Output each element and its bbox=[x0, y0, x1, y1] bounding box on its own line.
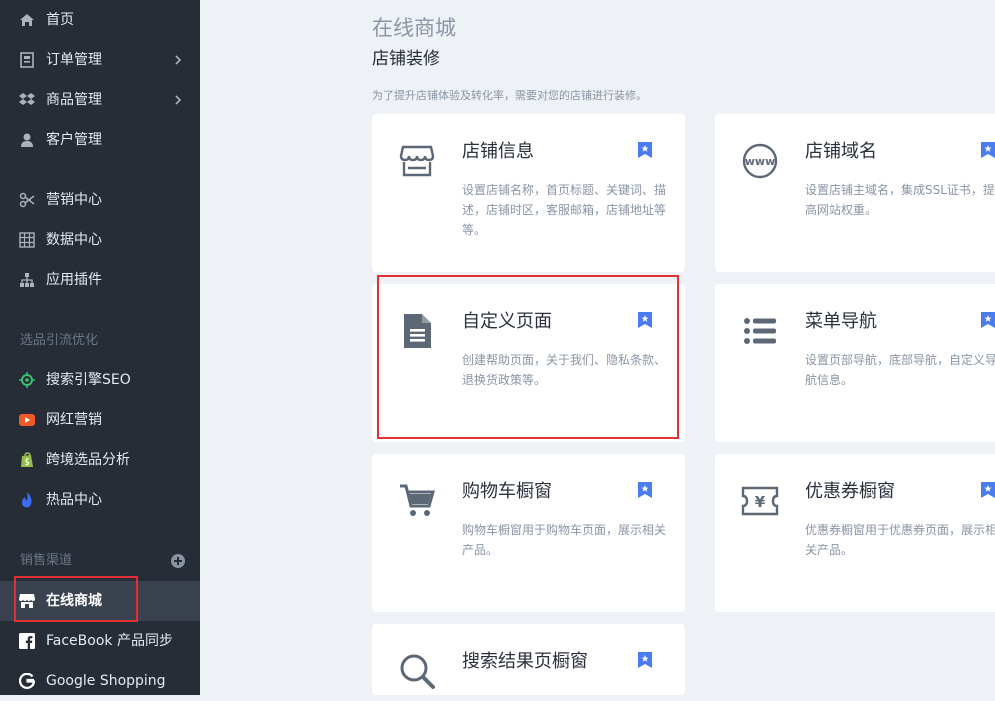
sidebar-item-label: 首页 bbox=[46, 12, 74, 28]
google-icon bbox=[18, 672, 36, 690]
sidebar-group-label: 选品引流优化 bbox=[20, 333, 99, 348]
sidebar-item-label: 应用插件 bbox=[46, 272, 102, 288]
sidebar-item-label: 客户管理 bbox=[46, 132, 102, 148]
data-grid-icon bbox=[18, 231, 36, 249]
sidebar-item-label: 跨境选品分析 bbox=[46, 452, 130, 468]
youtube-icon bbox=[18, 411, 36, 429]
sidebar-item-facebook-sync[interactable]: FaceBook 产品同步 bbox=[0, 621, 200, 661]
bookmark-icon[interactable] bbox=[980, 481, 995, 499]
sidebar-item-marketing[interactable]: 营销中心 bbox=[0, 180, 200, 220]
sidebar-item-google-shopping[interactable]: Google Shopping bbox=[0, 661, 200, 701]
product-icon bbox=[18, 91, 36, 109]
svg-text:www: www bbox=[745, 155, 776, 168]
sidebar-item-seo[interactable]: 搜索引擎SEO bbox=[0, 360, 200, 400]
card-description: 设置店铺名称，首页标题、关键词、描述，店铺时区，客服邮箱，店铺地址等等。 bbox=[462, 183, 667, 237]
card-title: 优惠券橱窗 bbox=[805, 481, 895, 502]
sidebar-item-label: 热品中心 bbox=[46, 492, 102, 508]
card-store-info[interactable]: 店铺信息 设置店铺名称，首页标题、关键词、描述，店铺时区，客服邮箱，店铺地址等等… bbox=[372, 114, 685, 272]
bookmark-icon[interactable] bbox=[980, 311, 995, 329]
highlight-box bbox=[14, 576, 138, 622]
card-coupon-showcase[interactable]: ¥ 优惠券橱窗 优惠券橱窗用于优惠券页面，展示相 关产品。 bbox=[715, 454, 995, 612]
card-search-results-showcase[interactable]: 搜索结果页橱窗 bbox=[372, 624, 685, 695]
card-description: 设置页部导航，底部导航，自定义导 航信息。 bbox=[805, 353, 995, 387]
shopify-icon bbox=[18, 451, 36, 469]
seo-icon bbox=[18, 371, 36, 389]
www-icon: www bbox=[741, 142, 779, 180]
card-menu-navigation[interactable]: 菜单导航 设置页部导航，底部导航，自定义导 航信息。 bbox=[715, 284, 995, 442]
card-description: 设置店铺主域名，集成SSL证书，提 高网站权重。 bbox=[805, 183, 995, 217]
card-cart-showcase[interactable]: 购物车橱窗 购物车橱窗用于购物车页面，展示相关产品。 bbox=[372, 454, 685, 612]
facebook-icon bbox=[18, 632, 36, 650]
sidebar-item-label: 商品管理 bbox=[46, 92, 102, 108]
section-title: 店铺装修 bbox=[372, 49, 440, 69]
sidebar-group-label: 销售渠道 bbox=[20, 553, 73, 568]
fire-icon bbox=[18, 491, 36, 509]
add-channel-icon[interactable] bbox=[171, 554, 185, 568]
cart-icon bbox=[398, 482, 436, 520]
bookmark-icon[interactable] bbox=[637, 481, 653, 499]
chevron-right-icon bbox=[172, 52, 184, 68]
sidebar-item-hot-products[interactable]: 热品中心 bbox=[0, 480, 200, 520]
sidebar: 首页 订单管理 商品管理 客户管理 营销中心 数据中心 应用插件 选品引流优化 … bbox=[0, 0, 200, 695]
card-title: 菜单导航 bbox=[805, 311, 877, 332]
sidebar-item-label: 订单管理 bbox=[46, 52, 102, 68]
sidebar-item-label: 搜索引擎SEO bbox=[46, 372, 131, 388]
card-title: 购物车橱窗 bbox=[462, 481, 552, 502]
sidebar-item-label: 营销中心 bbox=[46, 192, 102, 208]
card-description: 优惠券橱窗用于优惠券页面，展示相 关产品。 bbox=[805, 523, 995, 557]
sidebar-item-influencer[interactable]: 网红营销 bbox=[0, 400, 200, 440]
search-icon bbox=[398, 652, 436, 690]
bookmark-icon[interactable] bbox=[637, 141, 653, 159]
sidebar-item-plugins[interactable]: 应用插件 bbox=[0, 260, 200, 300]
bookmark-icon[interactable] bbox=[980, 141, 995, 159]
sidebar-item-data[interactable]: 数据中心 bbox=[0, 220, 200, 260]
card-title: 店铺信息 bbox=[462, 141, 534, 162]
home-icon bbox=[18, 11, 36, 29]
svg-text:¥: ¥ bbox=[755, 493, 766, 511]
sidebar-item-label: 网红营销 bbox=[46, 412, 102, 428]
customer-icon bbox=[18, 131, 36, 149]
coupon-icon: ¥ bbox=[741, 482, 779, 520]
store-icon bbox=[398, 142, 436, 180]
highlight-box bbox=[377, 275, 679, 439]
sidebar-item-orders[interactable]: 订单管理 bbox=[0, 40, 200, 80]
bookmark-icon[interactable] bbox=[637, 651, 653, 669]
sidebar-item-product-analysis[interactable]: 跨境选品分析 bbox=[0, 440, 200, 480]
card-store-domain[interactable]: www 店铺域名 设置店铺主域名，集成SSL证书，提 高网站权重。 bbox=[715, 114, 995, 272]
chevron-right-icon bbox=[172, 92, 184, 108]
scissors-icon bbox=[18, 191, 36, 209]
card-title: 店铺域名 bbox=[805, 141, 877, 162]
card-title: 搜索结果页橱窗 bbox=[462, 651, 588, 672]
sitemap-icon bbox=[18, 271, 36, 289]
sidebar-item-label: Google Shopping bbox=[46, 673, 166, 689]
sidebar-item-label: FaceBook 产品同步 bbox=[46, 633, 173, 649]
sidebar-item-label: 数据中心 bbox=[46, 232, 102, 248]
main-content: 在线商城 店铺装修 为了提升店铺体验及转化率，需要对您的店铺进行装修。 店铺信息… bbox=[200, 0, 995, 695]
order-icon bbox=[18, 51, 36, 69]
page-title: 在线商城 bbox=[372, 16, 456, 40]
sidebar-item-customers[interactable]: 客户管理 bbox=[0, 120, 200, 160]
sidebar-item-products[interactable]: 商品管理 bbox=[0, 80, 200, 120]
card-description: 购物车橱窗用于购物车页面，展示相关产品。 bbox=[462, 523, 667, 557]
sidebar-item-home[interactable]: 首页 bbox=[0, 0, 200, 40]
list-icon bbox=[741, 312, 779, 350]
section-description: 为了提升店铺体验及转化率，需要对您的店铺进行装修。 bbox=[372, 89, 647, 102]
